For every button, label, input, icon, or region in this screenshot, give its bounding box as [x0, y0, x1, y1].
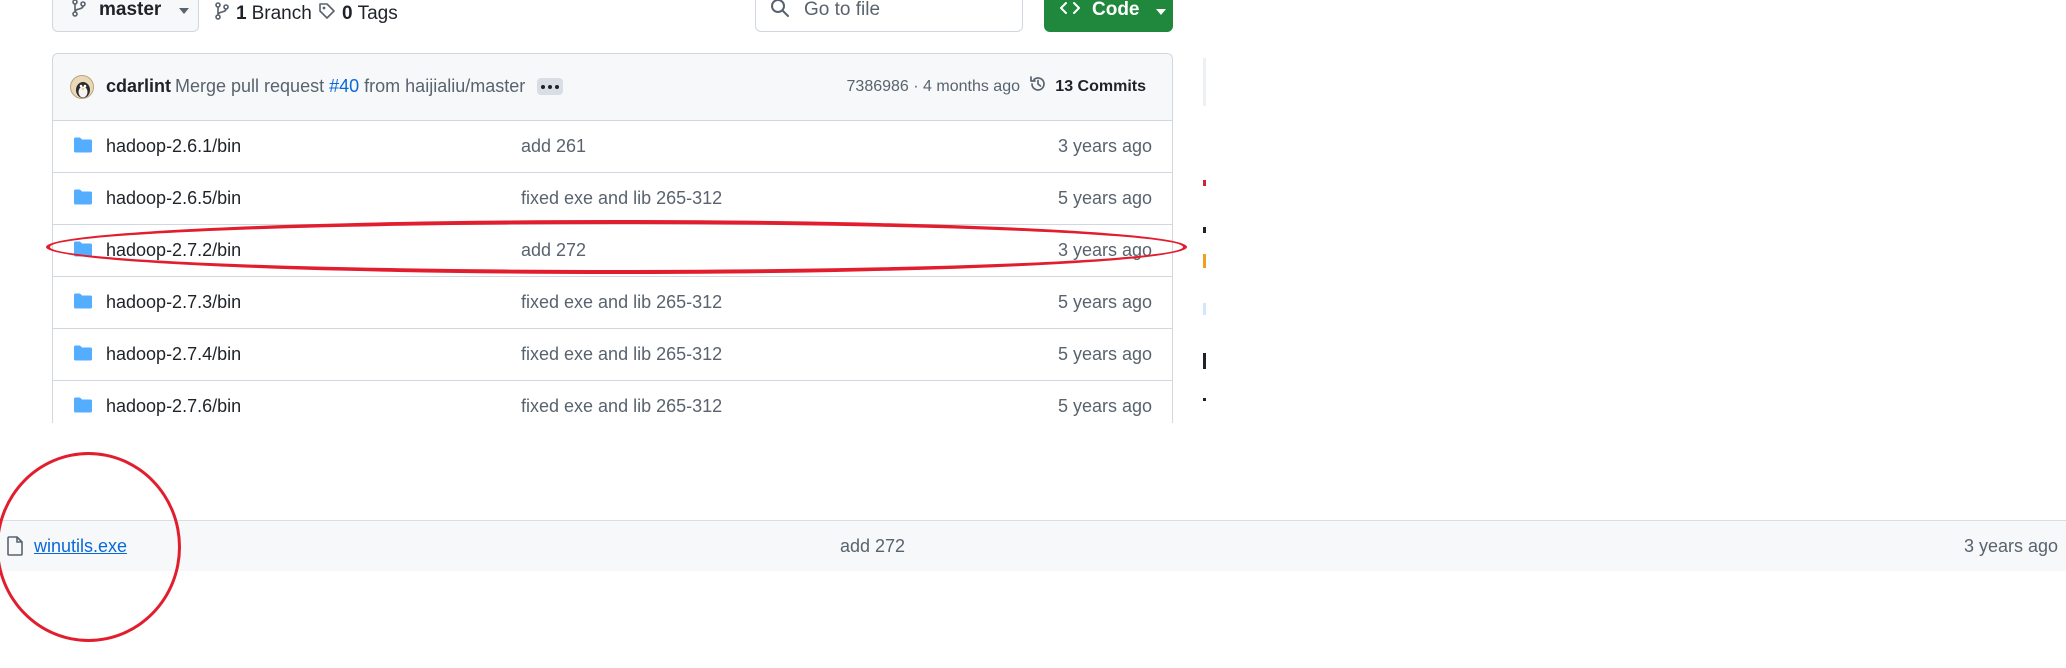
folder-icon: [73, 396, 93, 419]
row-date: 5 years ago: [1057, 292, 1152, 312]
git-branch-icon: [71, 0, 87, 22]
tags-link[interactable]: 0 Tags: [318, 0, 398, 28]
row-name[interactable]: hadoop-2.6.5/bin: [106, 188, 241, 209]
row-date: 5 years ago: [1057, 188, 1152, 208]
row-date: 3 years ago: [1057, 240, 1152, 260]
row-name[interactable]: hadoop-2.7.4/bin: [106, 344, 241, 365]
chevron-down-icon: [1155, 0, 1166, 21]
row-date: 5 years ago: [1057, 396, 1152, 416]
commit-author[interactable]: cdarlint: [106, 76, 171, 97]
table-row[interactable]: hadoop-2.6.5/bin fixed exe and lib 265-3…: [53, 173, 1172, 225]
folder-icon: [73, 136, 93, 159]
branches-count: 1: [236, 3, 247, 24]
row-name[interactable]: hadoop-2.7.3/bin: [106, 292, 241, 313]
table-row[interactable]: hadoop-2.7.3/bin fixed exe and lib 265-3…: [53, 277, 1172, 329]
commit-message-prefix: Merge pull request: [175, 76, 325, 96]
latest-commit-bar: cdarlint Merge pull request #40 from hai…: [53, 54, 1172, 121]
table-row[interactable]: hadoop-2.7.4/bin fixed exe and lib 265-3…: [53, 329, 1172, 381]
search-icon: [770, 0, 790, 23]
tags-word: Tags: [357, 3, 398, 24]
commit-hash-time[interactable]: 7386986 · 4 months ago: [847, 78, 1020, 96]
folder-icon: [73, 292, 93, 315]
branch-select-button[interactable]: master: [52, 0, 199, 32]
avatar[interactable]: [70, 75, 94, 99]
go-to-file-search[interactable]: [755, 0, 1023, 32]
history-icon: [1029, 75, 1047, 98]
pull-request-link[interactable]: #40: [329, 76, 359, 96]
row-commit-message[interactable]: fixed exe and lib 265-312: [521, 396, 722, 417]
branches-word: Branch: [251, 3, 312, 24]
folder-icon: [73, 344, 93, 367]
file-icon: [6, 536, 24, 561]
file-date: 3 years ago: [1963, 536, 2058, 556]
git-branch-icon: [214, 2, 230, 26]
search-input[interactable]: [802, 0, 1006, 22]
tag-icon: [318, 2, 336, 26]
tags-count: 0: [342, 3, 353, 24]
sidebar-fragment: [1203, 303, 1206, 315]
folder-icon: [73, 240, 93, 263]
code-button[interactable]: Code: [1044, 0, 1173, 32]
sidebar-divider: [1203, 58, 1206, 106]
expand-commit-button[interactable]: [537, 78, 563, 95]
sidebar-fragment: [1203, 254, 1206, 268]
row-commit-message[interactable]: fixed exe and lib 265-312: [521, 188, 722, 209]
code-icon: [1060, 0, 1080, 21]
code-label: Code: [1092, 0, 1140, 20]
branches-link[interactable]: 1 Branch: [214, 0, 312, 28]
table-row[interactable]: hadoop-2.7.2/bin add 272 3 years ago: [53, 225, 1172, 277]
row-name[interactable]: hadoop-2.7.6/bin: [106, 396, 241, 417]
sidebar-fragment: [1203, 180, 1206, 186]
table-row[interactable]: hadoop-2.6.1/bin add 261 3 years ago: [53, 121, 1172, 173]
row-commit-message[interactable]: add 261: [521, 136, 586, 157]
sidebar-fragment: [1203, 353, 1206, 369]
row-commit-message[interactable]: fixed exe and lib 265-312: [521, 292, 722, 313]
chevron-down-icon: [179, 1, 190, 19]
file-name-link[interactable]: winutils.exe: [34, 536, 127, 557]
file-commit-message[interactable]: add 272: [840, 536, 905, 557]
row-commit-message[interactable]: fixed exe and lib 265-312: [521, 344, 722, 365]
commit-message-suffix: from haijialiu/master: [364, 76, 526, 96]
commits-history-link[interactable]: 13 Commits: [1029, 75, 1146, 98]
row-date: 5 years ago: [1057, 344, 1152, 364]
branch-name: master: [99, 0, 162, 20]
row-commit-message[interactable]: add 272: [521, 240, 586, 261]
commits-count: 13 Commits: [1055, 77, 1146, 95]
row-date: 3 years ago: [1057, 136, 1152, 156]
table-row[interactable]: hadoop-2.7.6/bin fixed exe and lib 265-3…: [53, 381, 1172, 423]
sidebar-fragment: [1203, 227, 1206, 233]
commit-message[interactable]: Merge pull request #40 from haijialiu/ma…: [175, 76, 525, 97]
row-name[interactable]: hadoop-2.6.1/bin: [106, 136, 241, 157]
file-row[interactable]: winutils.exe add 272 3 years ago: [0, 520, 2066, 571]
sidebar-fragment: [1203, 398, 1206, 401]
folder-icon: [73, 188, 93, 211]
row-name[interactable]: hadoop-2.7.2/bin: [106, 240, 241, 261]
file-listing: cdarlint Merge pull request #40 from hai…: [52, 53, 1173, 423]
